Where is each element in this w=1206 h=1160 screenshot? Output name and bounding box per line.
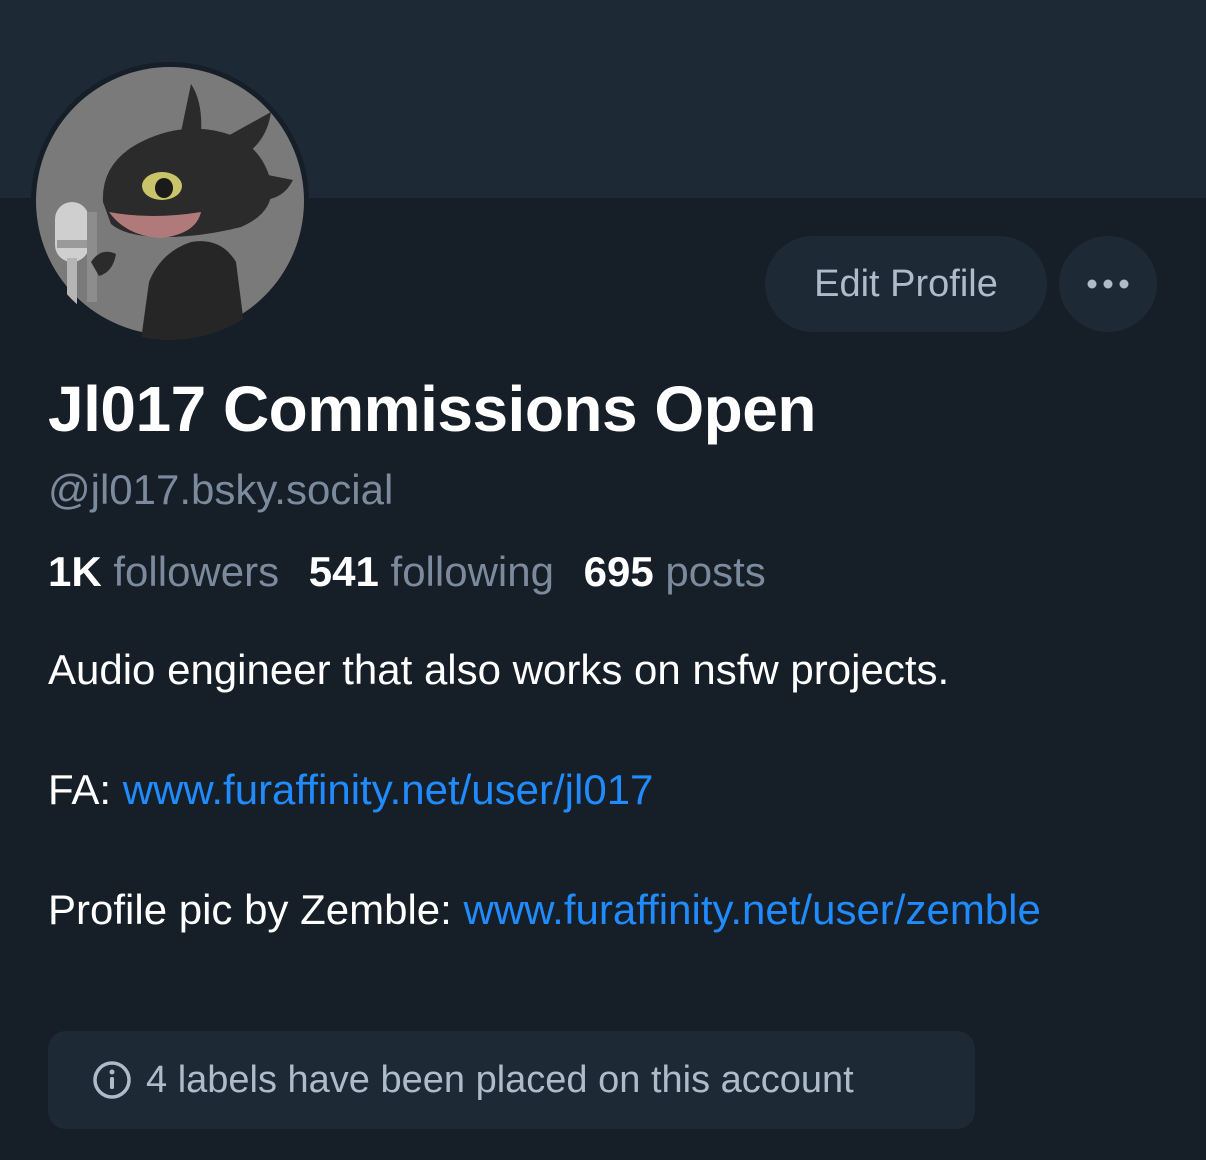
posts-label: posts [665,548,766,595]
zemble-profile-link[interactable]: www.furaffinity.net/user/zemble [464,886,1041,933]
more-options-button[interactable] [1059,236,1157,332]
profile-stats: 1K followers 541 following 695 posts [48,548,766,596]
posts-stat: 695 posts [584,548,766,595]
profile-bio: Audio engineer that also works on nsfw p… [48,640,1158,940]
posts-count: 695 [583,548,654,595]
profile-handle: @jl017.bsky.social [48,466,394,513]
followers-label: followers [113,548,280,595]
bio-fa-line: FA: www.furaffinity.net/user/jl017 [48,760,1158,820]
bio-fa-prefix: FA: [48,766,123,813]
fa-profile-link[interactable]: www.furaffinity.net/user/jl017 [123,766,654,813]
ellipsis-icon [1087,279,1129,289]
edit-profile-button[interactable]: Edit Profile [765,236,1047,332]
bio-pic-prefix: Profile pic by Zemble: [48,886,464,933]
display-name: Jl017 Commissions Open [48,373,816,445]
profile-avatar[interactable] [31,62,309,340]
following-label: following [390,548,554,595]
dragon-avatar-icon [36,67,304,340]
following-count: 541 [308,548,379,595]
labels-notice-button[interactable]: 4 labels have been placed on this accoun… [48,1031,975,1129]
info-icon [92,1060,132,1100]
followers-link[interactable]: 1K followers [48,548,279,595]
bio-pic-credit-line: Profile pic by Zemble: www.furaffinity.n… [48,880,1158,940]
labels-notice-text: 4 labels have been placed on this accoun… [146,1058,854,1101]
followers-count: 1K [48,548,102,595]
bio-description: Audio engineer that also works on nsfw p… [48,646,950,693]
following-link[interactable]: 541 following [309,548,554,595]
